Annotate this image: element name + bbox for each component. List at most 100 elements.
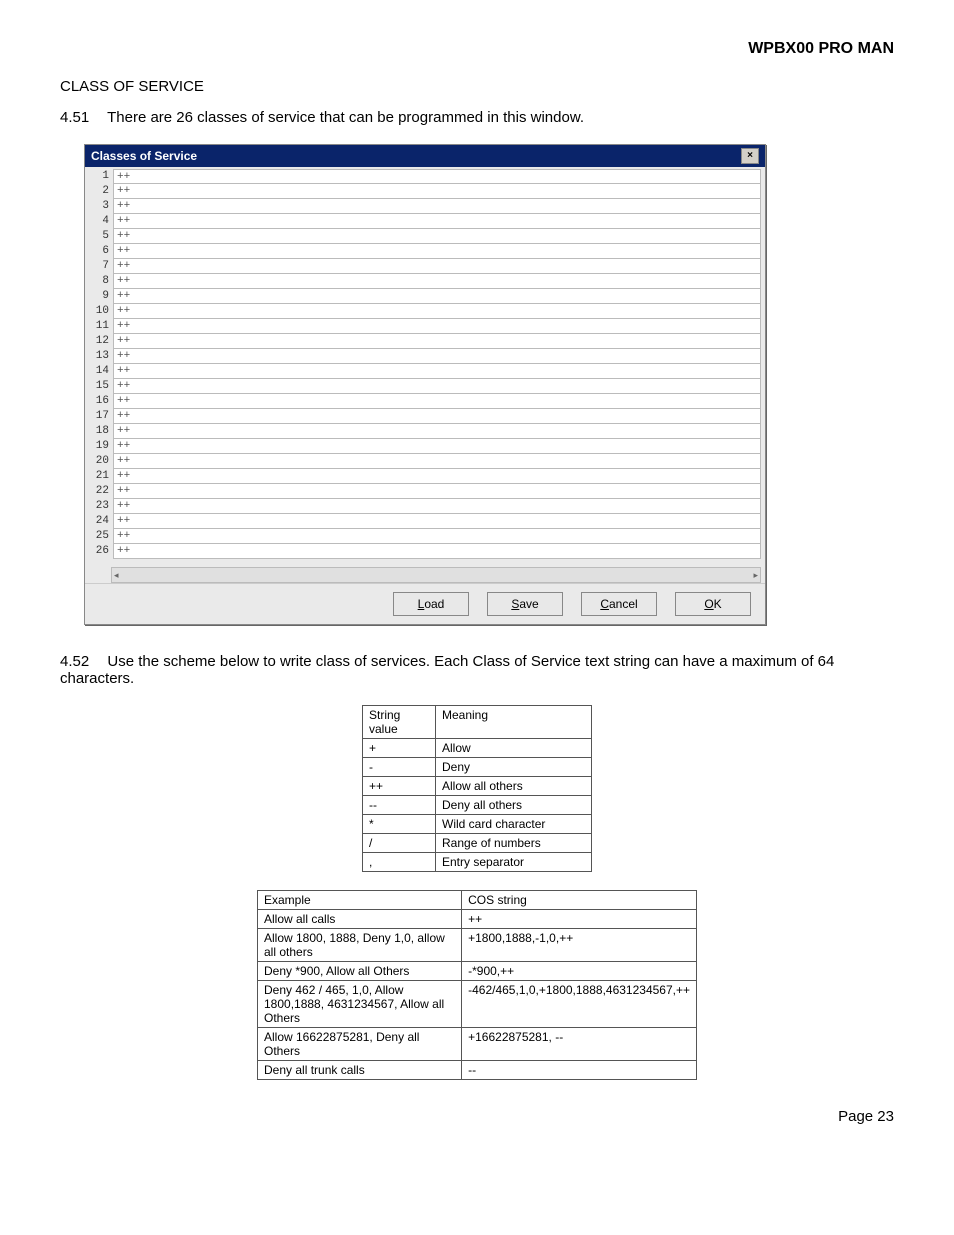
para-452: 4.52 Use the scheme below to write class… (60, 653, 894, 687)
cos-row-index: 10 (87, 304, 113, 319)
cos-row-input[interactable]: ++ (113, 169, 761, 184)
cos-row: 25++ (87, 529, 761, 544)
cos-row: 4++ (87, 214, 761, 229)
para-452-num: 4.52 (60, 653, 89, 670)
cos-string-cell: -462/465,1,0,+1800,1888,4631234567,++ (462, 981, 697, 1028)
cos-row-input[interactable]: ++ (113, 379, 761, 394)
cos-row-input[interactable]: ++ (113, 319, 761, 334)
cos-row: 14++ (87, 364, 761, 379)
cos-row-input[interactable]: ++ (113, 439, 761, 454)
load-button[interactable]: Load (393, 592, 469, 616)
ok-button[interactable]: OK (675, 592, 751, 616)
cos-row-index: 20 (87, 454, 113, 469)
example-cell: Allow 1800, 1888, Deny 1,0, allow all ot… (258, 929, 462, 962)
cos-row: 10++ (87, 304, 761, 319)
cos-string-cell: +1800,1888,-1,0,++ (462, 929, 697, 962)
cos-row-index: 9 (87, 289, 113, 304)
meaning-cell: Entry separator (436, 853, 592, 872)
cos-row-input[interactable]: ++ (113, 334, 761, 349)
section-heading: CLASS OF SERVICE (60, 78, 894, 95)
cos-rows-container: 1++2++3++4++5++6++7++8++9++10++11++12++1… (85, 167, 765, 561)
cos-row-input[interactable]: ++ (113, 514, 761, 529)
cos-row: 26++ (87, 544, 761, 559)
doc-header: WPBX00 PRO MAN (60, 40, 894, 58)
scroll-left-icon: ◂ (114, 570, 119, 581)
meaning-cell: Range of numbers (436, 834, 592, 853)
cos-row-input[interactable]: ++ (113, 409, 761, 424)
cos-row-index: 11 (87, 319, 113, 334)
meaning-cell: Allow (436, 739, 592, 758)
string-cell: ++ (363, 777, 436, 796)
cos-row: 8++ (87, 274, 761, 289)
string-cell: - (363, 758, 436, 777)
cos-row-index: 23 (87, 499, 113, 514)
cos-row: 2++ (87, 184, 761, 199)
cos-row-input[interactable]: ++ (113, 454, 761, 469)
cos-row-input[interactable]: ++ (113, 469, 761, 484)
cos-row-index: 17 (87, 409, 113, 424)
cos-row-input[interactable]: ++ (113, 184, 761, 199)
cos-row-index: 12 (87, 334, 113, 349)
close-button[interactable]: × (741, 148, 759, 164)
cancel-label: ancel (609, 597, 638, 611)
table-row: ,Entry separator (363, 853, 592, 872)
example-header-col2: COS string (462, 891, 697, 910)
cos-row-index: 13 (87, 349, 113, 364)
example-header-col1: Example (258, 891, 462, 910)
table-row: Allow all calls++ (258, 910, 697, 929)
cos-string-cell: +16622875281, -- (462, 1028, 697, 1061)
table-row: Allow 16622875281, Deny all Others+16622… (258, 1028, 697, 1061)
cos-row-input[interactable]: ++ (113, 394, 761, 409)
classes-of-service-dialog: Classes of Service × 1++2++3++4++5++6++7… (84, 144, 766, 625)
cos-row-input[interactable]: ++ (113, 544, 761, 559)
cos-row: 1++ (87, 169, 761, 184)
cos-row-index: 2 (87, 184, 113, 199)
string-cell: * (363, 815, 436, 834)
para-451-num: 4.51 (60, 109, 89, 126)
cos-row-input[interactable]: ++ (113, 364, 761, 379)
cos-row-input[interactable]: ++ (113, 484, 761, 499)
example-cell: Allow all calls (258, 910, 462, 929)
table-row: *Wild card character (363, 815, 592, 834)
cos-row: 23++ (87, 499, 761, 514)
table-row: Deny 462 / 465, 1,0, Allow 1800,1888, 46… (258, 981, 697, 1028)
cos-row-input[interactable]: ++ (113, 289, 761, 304)
cos-row: 9++ (87, 289, 761, 304)
cos-row: 13++ (87, 349, 761, 364)
ok-rest: K (714, 597, 722, 611)
para-452-text: Use the scheme below to write class of s… (60, 653, 834, 687)
table-row: ++Allow all others (363, 777, 592, 796)
cos-row-index: 8 (87, 274, 113, 289)
cos-row-index: 4 (87, 214, 113, 229)
cos-row-input[interactable]: ++ (113, 349, 761, 364)
cos-row-input[interactable]: ++ (113, 214, 761, 229)
cos-row-input[interactable]: ++ (113, 274, 761, 289)
cos-row-input[interactable]: ++ (113, 199, 761, 214)
dialog-title-bar: Classes of Service × (85, 145, 765, 167)
cos-row: 21++ (87, 469, 761, 484)
cos-row-index: 26 (87, 544, 113, 559)
string-cell: + (363, 739, 436, 758)
horizontal-scrollbar[interactable]: ◂ ▸ (111, 567, 761, 583)
cos-row: 5++ (87, 229, 761, 244)
cos-row-index: 16 (87, 394, 113, 409)
cos-row-input[interactable]: ++ (113, 244, 761, 259)
string-cell: / (363, 834, 436, 853)
cos-row-input[interactable]: ++ (113, 529, 761, 544)
cos-row-input[interactable]: ++ (113, 304, 761, 319)
cos-row-index: 24 (87, 514, 113, 529)
save-button[interactable]: Save (487, 592, 563, 616)
cos-row-index: 1 (87, 169, 113, 184)
cos-row-input[interactable]: ++ (113, 424, 761, 439)
table-row: -Deny (363, 758, 592, 777)
cancel-button[interactable]: Cancel (581, 592, 657, 616)
cos-row: 17++ (87, 409, 761, 424)
example-cell: Deny all trunk calls (258, 1061, 462, 1080)
cos-row-input[interactable]: ++ (113, 259, 761, 274)
dialog-button-row: Load Save Cancel OK (85, 583, 765, 624)
table-row: Allow 1800, 1888, Deny 1,0, allow all ot… (258, 929, 697, 962)
cos-row-input[interactable]: ++ (113, 499, 761, 514)
cos-row-input[interactable]: ++ (113, 229, 761, 244)
cos-row: 18++ (87, 424, 761, 439)
cos-string-cell: -*900,++ (462, 962, 697, 981)
